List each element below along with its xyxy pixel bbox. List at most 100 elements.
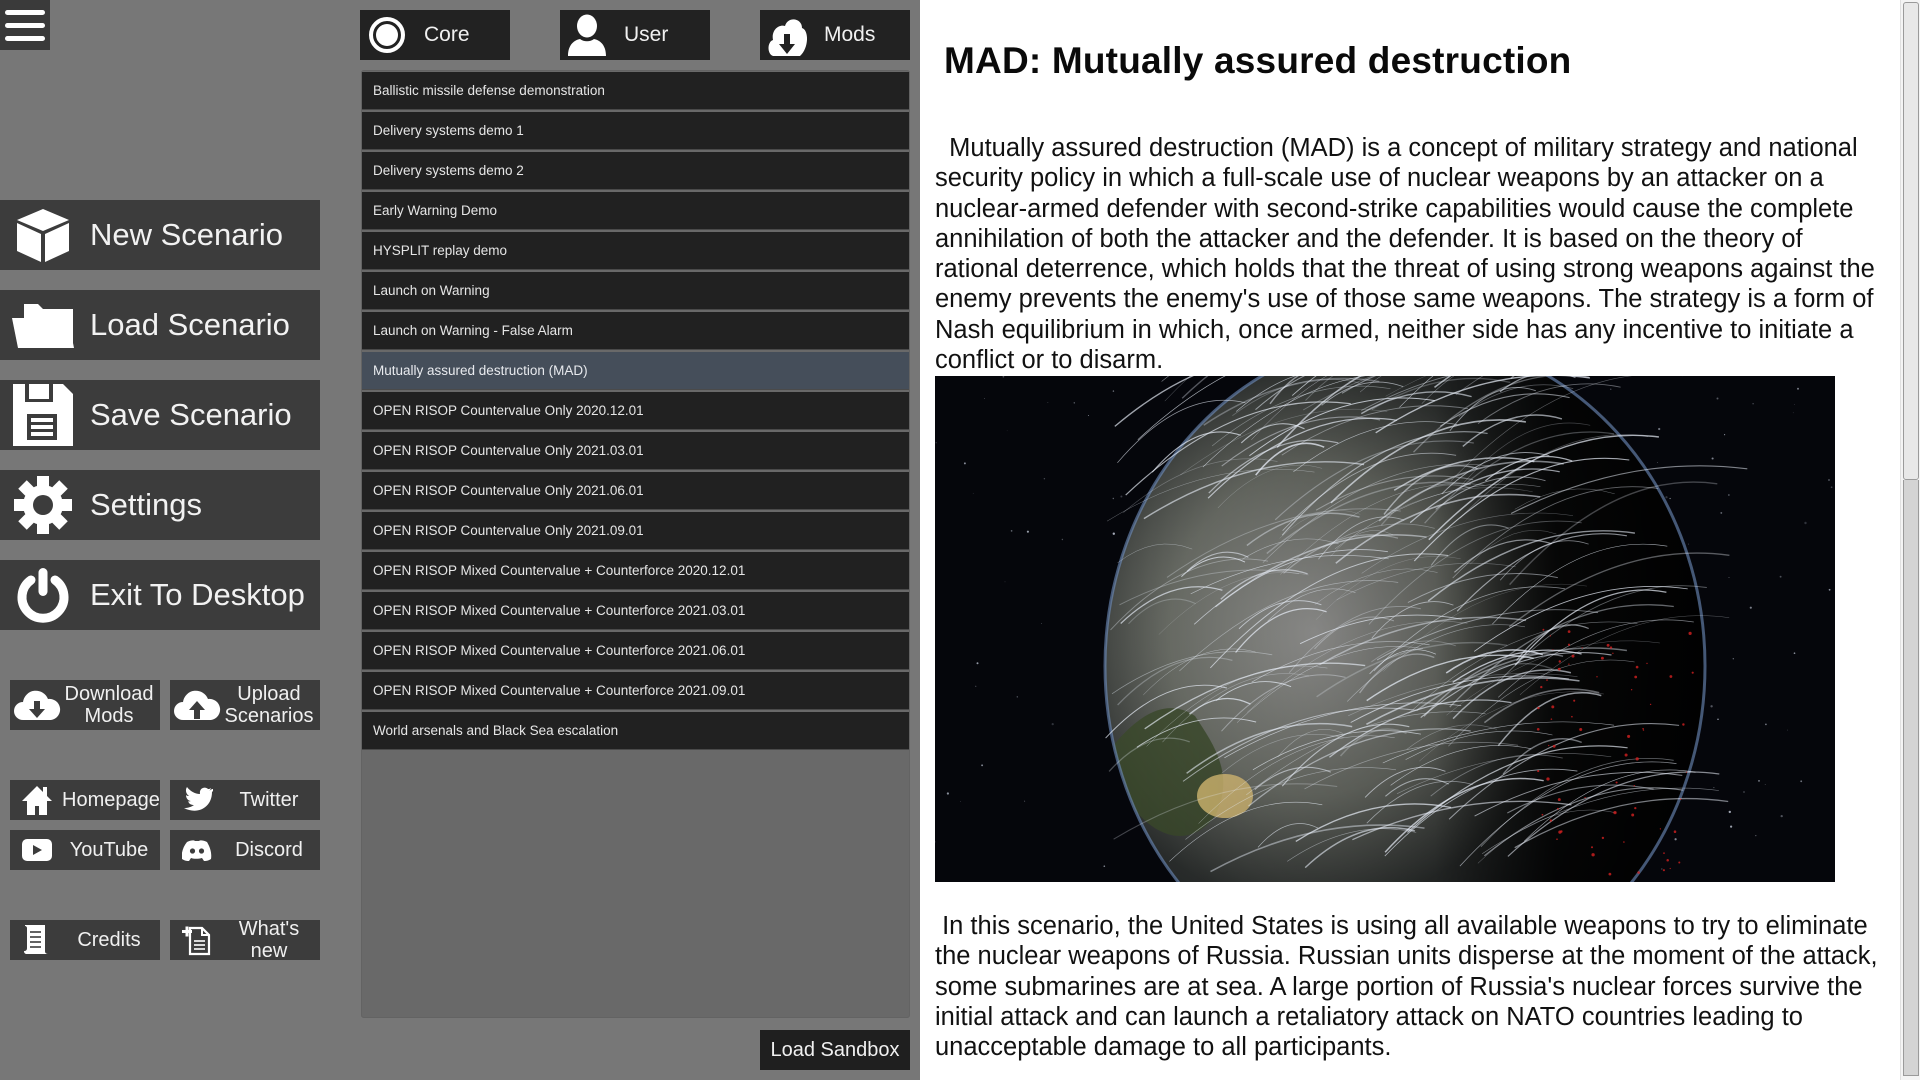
tab-user[interactable]: User [560, 10, 710, 60]
detonation-marker [1642, 729, 1645, 731]
scenario-list-item[interactable]: OPEN RISOP Countervalue Only 2021.03.01 [362, 432, 909, 470]
scenario-list-item[interactable]: Delivery systems demo 1 [362, 112, 909, 150]
scenario-list-item[interactable]: Mutually assured destruction (MAD) [362, 352, 909, 390]
settings-label: Settings [90, 487, 203, 522]
discord-button[interactable]: Discord [170, 830, 320, 870]
scenario-list-item[interactable]: OPEN RISOP Countervalue Only 2021.06.01 [362, 472, 909, 510]
star [1087, 414, 1090, 417]
scenario-list-item[interactable]: World arsenals and Black Sea escalation [362, 712, 909, 750]
upload-scenarios-button[interactable]: Upload Scenarios [170, 680, 320, 730]
youtube-label: YouTube [69, 839, 149, 861]
detonation-marker [1596, 676, 1598, 678]
star [1779, 575, 1782, 578]
twitter-button[interactable]: Twitter [170, 780, 320, 820]
scenario-list-item[interactable]: OPEN RISOP Mixed Countervalue + Counterf… [362, 592, 909, 630]
star [975, 685, 977, 687]
scenario-list-item[interactable]: Delivery systems demo 2 [362, 152, 909, 190]
star [1002, 376, 1005, 378]
credits-button[interactable]: Credits [10, 920, 160, 960]
scenario-list-item[interactable]: OPEN RISOP Mixed Countervalue + Counterf… [362, 672, 909, 710]
hamburger-menu-button[interactable] [0, 0, 50, 50]
scenario-list-item[interactable]: HYSPLIT replay demo [362, 232, 909, 270]
detonation-marker [1548, 744, 1550, 747]
detonation-marker [1571, 715, 1573, 718]
detonation-marker [1567, 643, 1571, 646]
download-mods-button[interactable]: Download Mods [10, 680, 160, 730]
scenario-list-item[interactable]: OPEN RISOP Mixed Countervalue + Counterf… [362, 552, 909, 590]
youtube-button[interactable]: YouTube [10, 830, 160, 870]
scenario-list-item[interactable]: Early Warning Demo [362, 192, 909, 230]
scroll-icon [12, 917, 62, 963]
detonation-marker [1631, 813, 1635, 817]
detonation-marker [1608, 872, 1612, 876]
save-scenario-button[interactable]: Save Scenario [0, 380, 320, 450]
detonation-marker [1659, 828, 1662, 830]
star [1724, 434, 1726, 436]
detonation-marker [1546, 777, 1550, 781]
detonation-marker [1573, 699, 1576, 702]
star [1061, 538, 1064, 541]
settings-button[interactable]: Settings [0, 470, 320, 540]
star [1103, 865, 1106, 868]
homepage-button[interactable]: Homepage [10, 780, 160, 820]
tab-mods[interactable]: Mods [760, 10, 910, 60]
detonation-marker [1541, 813, 1544, 816]
star [1112, 497, 1114, 500]
scenario-list-item[interactable]: OPEN RISOP Mixed Countervalue + Counterf… [362, 632, 909, 670]
star [1764, 784, 1766, 785]
cube-icon [10, 205, 76, 265]
detonation-marker [1557, 807, 1559, 810]
star [1688, 543, 1689, 545]
scrollbar-thumb[interactable] [1903, 2, 1919, 480]
exit-to-desktop-label: Exit To Desktop [90, 577, 305, 612]
star [1830, 486, 1833, 489]
star [1804, 521, 1807, 525]
scenario-list-item[interactable]: Ballistic missile defense demonstration [362, 72, 909, 110]
star [972, 492, 974, 494]
star [1717, 718, 1719, 720]
power-icon [10, 565, 76, 625]
detonation-marker [1673, 830, 1677, 833]
detonation-marker [1669, 867, 1671, 870]
description-scrollbar[interactable] [1900, 0, 1920, 1080]
star [1043, 478, 1046, 480]
detonation-marker [1624, 753, 1628, 757]
scrollbar-track[interactable] [1903, 480, 1919, 1076]
star [935, 442, 937, 444]
star [1752, 403, 1754, 405]
star [1732, 658, 1734, 660]
cloud-download-icon [12, 682, 62, 728]
detonation-marker [1649, 703, 1652, 706]
scenario-title: MAD: Mutually assured destruction [944, 40, 1572, 81]
new-scenario-button[interactable]: New Scenario [0, 200, 320, 270]
star [1730, 825, 1733, 828]
star [1728, 494, 1730, 496]
detonation-marker [1635, 665, 1639, 669]
scenario-list-item[interactable]: Launch on Warning - False Alarm [362, 312, 909, 350]
scenario-list-item[interactable]: OPEN RISOP Countervalue Only 2021.09.01 [362, 512, 909, 550]
scenario-description-intro: Mutually assured destruction (MAD) is a … [935, 134, 1875, 375]
whats-new-label: What's new [238, 918, 300, 962]
star [1051, 723, 1054, 726]
star [1006, 430, 1008, 432]
load-sandbox-button[interactable]: Load Sandbox [760, 1030, 910, 1070]
discord-icon [172, 827, 222, 873]
scenario-list-item[interactable]: OPEN RISOP Countervalue Only 2020.12.01 [362, 392, 909, 430]
new-document-icon [172, 917, 222, 963]
detonation-marker [1537, 770, 1540, 773]
whats-new-button[interactable]: What's new [170, 917, 320, 963]
upload-scenarios-label: Upload Scenarios [222, 683, 320, 727]
star [1669, 497, 1671, 500]
star [1716, 397, 1719, 400]
detonation-marker [1536, 727, 1540, 731]
scenario-description-details: In this scenario, the United States is u… [935, 912, 1878, 1062]
save-scenario-label: Save Scenario [90, 397, 292, 432]
scenario-list[interactable]: Ballistic missile defense demonstration D… [361, 70, 910, 1018]
star [1755, 834, 1757, 837]
exit-to-desktop-button[interactable]: Exit To Desktop [0, 560, 320, 630]
youtube-play-icon [12, 827, 62, 873]
scenario-list-item[interactable]: Launch on Warning [362, 272, 909, 310]
tab-core[interactable]: Core [360, 10, 510, 60]
load-scenario-button[interactable]: Load Scenario [0, 290, 320, 360]
detonation-marker [1682, 723, 1685, 726]
